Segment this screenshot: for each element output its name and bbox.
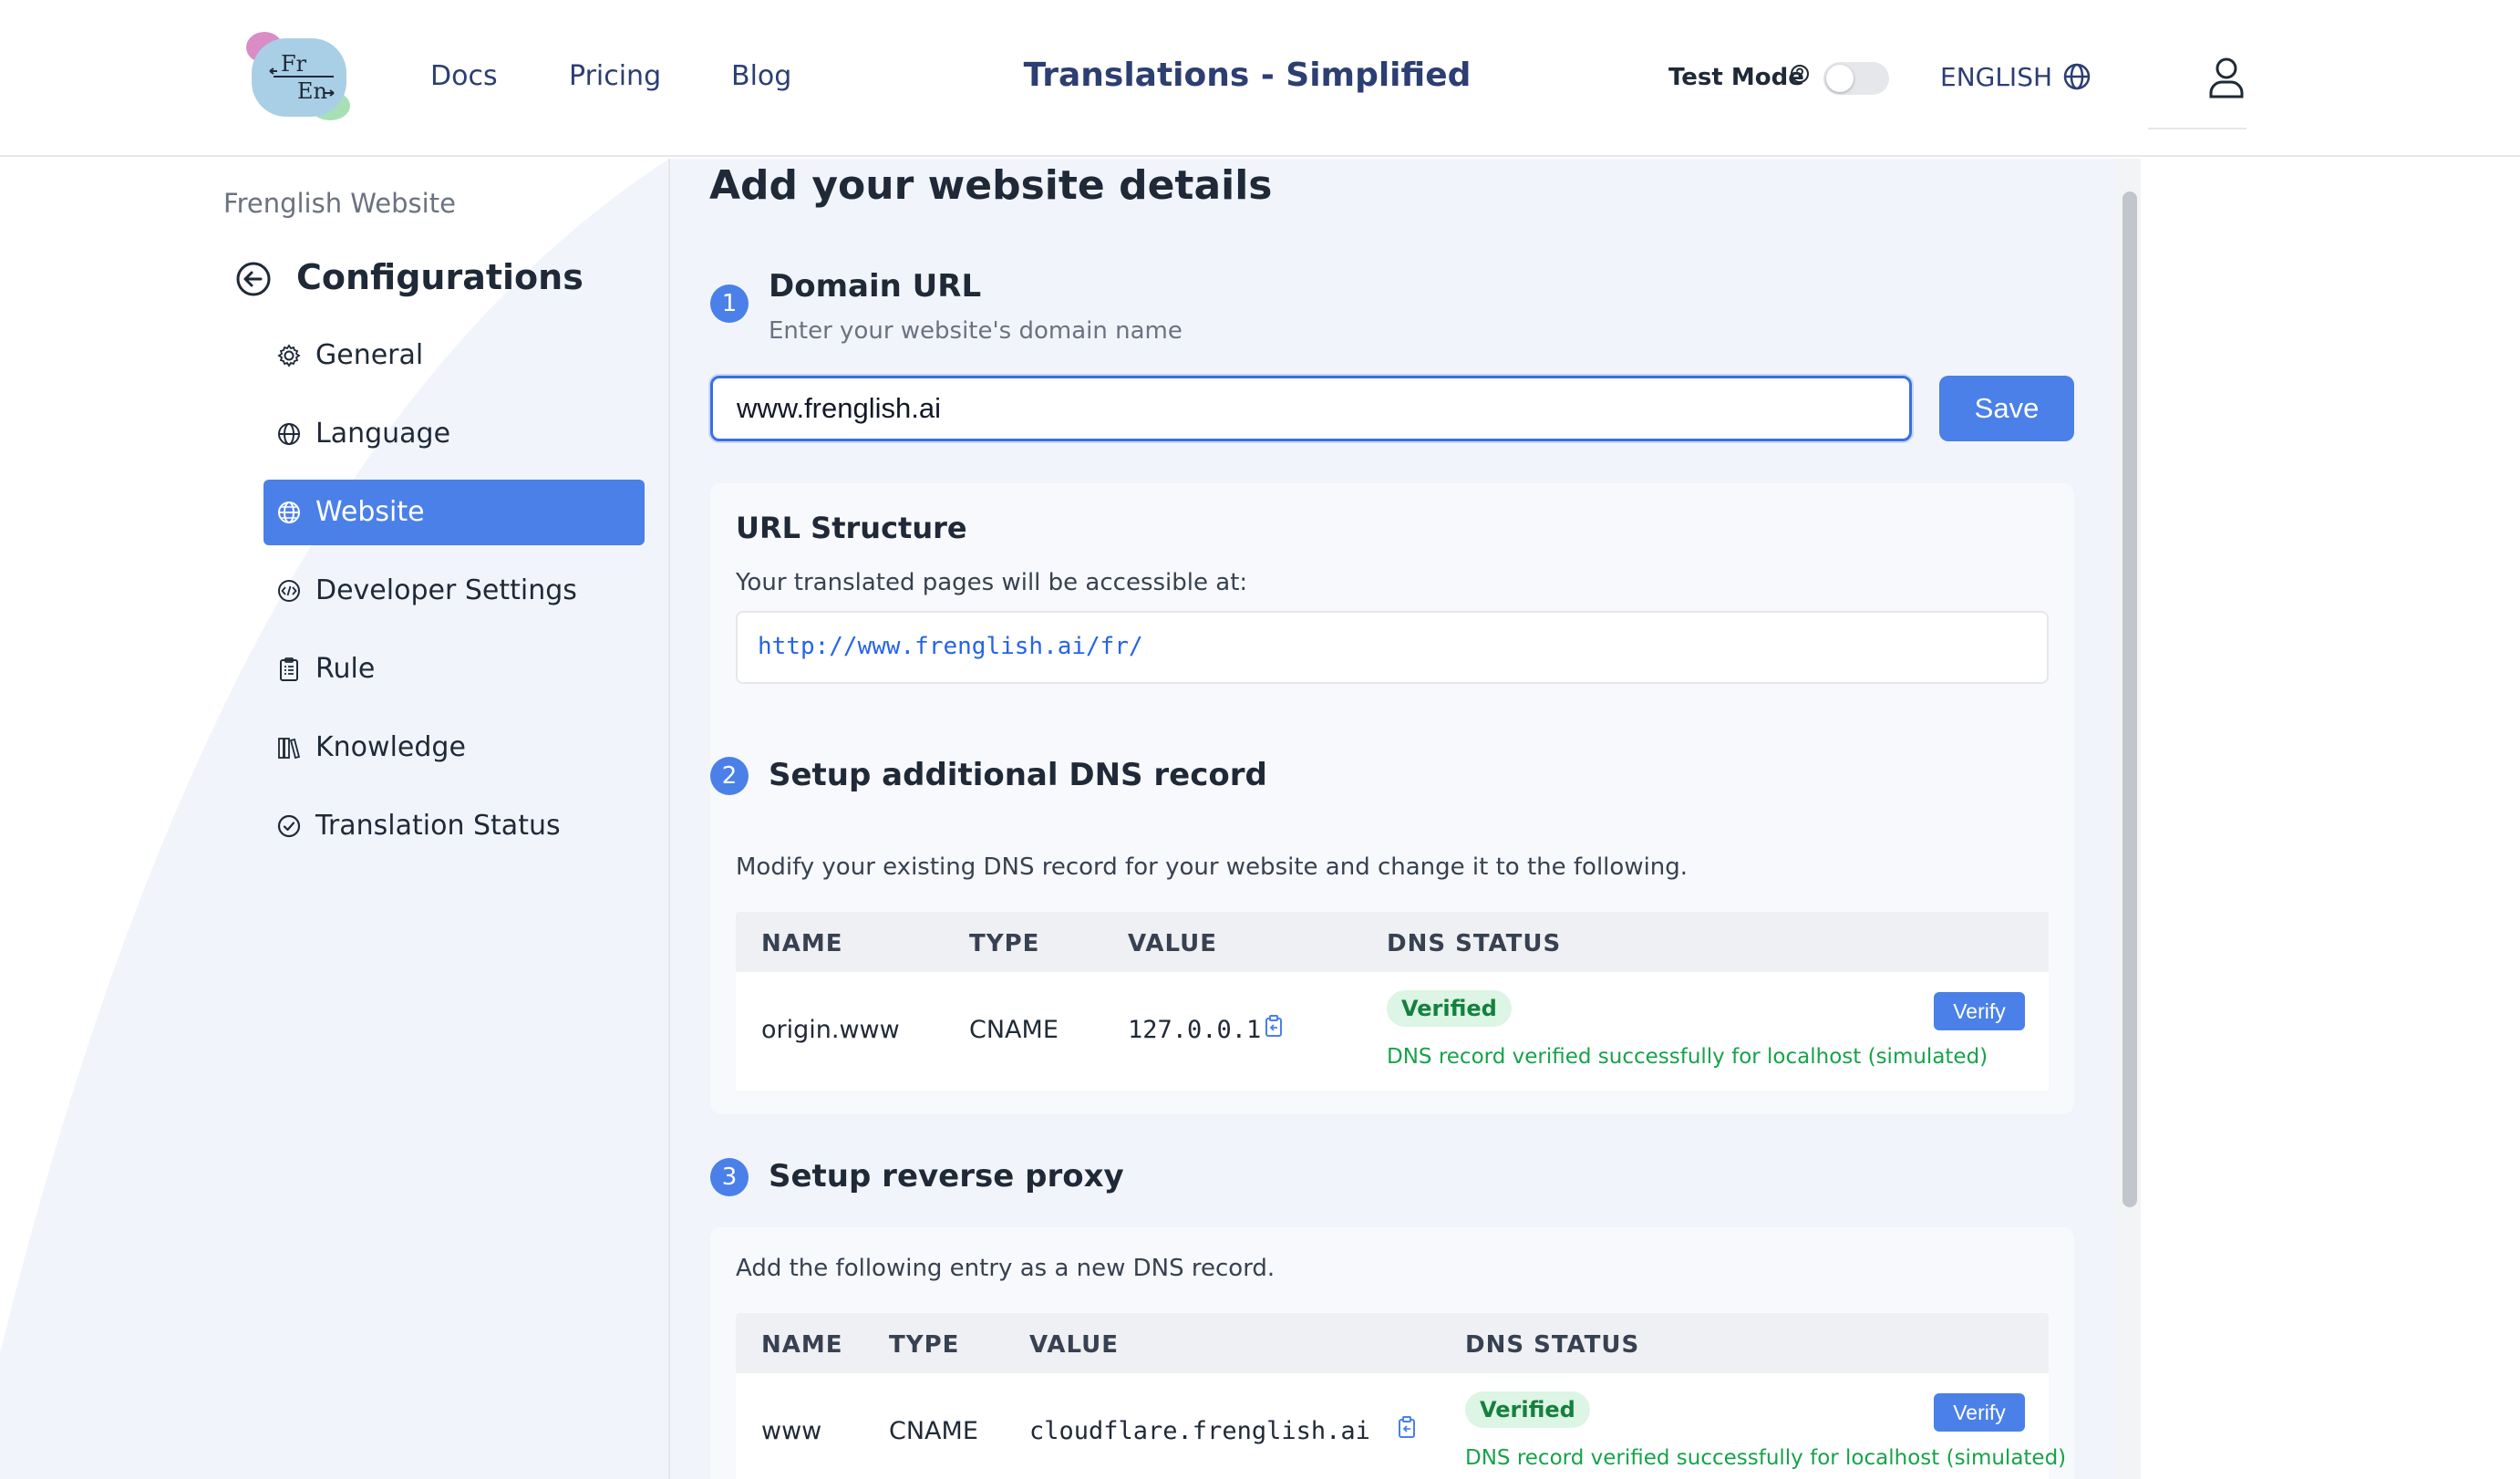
dns-table-header: NAME TYPE VALUE DNS STATUS (736, 912, 2049, 972)
column-type: TYPE (889, 1331, 960, 1359)
step-2-badge: 2 (710, 757, 749, 795)
sidebar-item-label: Knowledge (315, 731, 466, 763)
column-dns-status: DNS STATUS (1387, 930, 1562, 957)
record-name: origin.www (761, 1016, 900, 1044)
scrollbar-thumb[interactable] (2122, 191, 2137, 1207)
proxy-table-header: NAME TYPE VALUE DNS STATUS (736, 1313, 2049, 1373)
nav-pricing-link[interactable]: Pricing (569, 60, 661, 92)
frenglish-logo[interactable]: Fr En (246, 27, 356, 124)
dns-record-card: Modify your existing DNS record for your… (710, 826, 2074, 1114)
status-message: DNS record verified successfully for loc… (1387, 1045, 1988, 1069)
test-mode-label: Test Mode (1668, 64, 1804, 91)
record-value: cloudflare.frenglish.ai (1029, 1417, 1370, 1445)
status-badge: Verified (1465, 1391, 1590, 1428)
step-1-title: Domain URL (769, 268, 982, 305)
dns-record-description: Modify your existing DNS record for your… (736, 853, 1689, 881)
nav-blog-link[interactable]: Blog (731, 60, 791, 92)
help-circle-icon[interactable] (1790, 64, 1810, 84)
language-selector[interactable]: ENGLISH (1940, 62, 2052, 92)
arrow-left-circle-icon[interactable] (235, 261, 272, 297)
status-badge: Verified (1387, 990, 1512, 1027)
globe-icon[interactable] (2062, 62, 2091, 91)
page-title: Add your website details (709, 162, 1273, 209)
reverse-proxy-description: Add the following entry as a new DNS rec… (736, 1255, 1275, 1282)
column-value: VALUE (1128, 930, 1217, 957)
user-menu-divider (2148, 128, 2246, 129)
check-circle-icon (277, 814, 301, 838)
sidebar-item-label: Rule (315, 653, 376, 685)
gear-icon (277, 344, 301, 367)
sidebar-item-general[interactable]: General (263, 323, 645, 388)
nav-docs-link[interactable]: Docs (430, 60, 498, 92)
table-row: www CNAME cloudflare.frenglish.ai Verifi… (736, 1373, 2066, 1479)
step-3-badge: 3 (710, 1158, 749, 1196)
translated-url: http://www.frenglish.ai/fr/ (736, 611, 2049, 684)
logo-text-fr: Fr (281, 51, 307, 77)
clipboard-list-icon (280, 657, 298, 681)
step-3-title: Setup reverse proxy (769, 1158, 1124, 1195)
sidebar-item-label: Website (315, 496, 425, 528)
project-name: Frenglish Website (223, 188, 456, 219)
url-structure-card: URL Structure Your translated pages will… (710, 483, 2074, 870)
sidebar-item-language[interactable]: Language (263, 401, 645, 467)
table-row: origin.www CNAME 127.0.0.1 Verified DNS … (736, 972, 2049, 1091)
column-name: NAME (761, 1331, 843, 1359)
top-navbar: Fr En Docs Pricing Blog Translations - S… (0, 0, 2520, 157)
verify-button[interactable]: Verify (1934, 992, 2025, 1030)
sidebar-item-website[interactable]: Website (263, 480, 645, 545)
domain-url-input[interactable] (710, 376, 1912, 441)
verify-button[interactable]: Verify (1934, 1393, 2025, 1432)
record-type: CNAME (969, 1016, 1059, 1044)
sidebar-item-rule[interactable]: Rule (263, 636, 645, 702)
sidebar-item-knowledge[interactable]: Knowledge (263, 715, 645, 781)
record-name: www (761, 1417, 822, 1445)
sidebar-item-label: Language (315, 418, 451, 450)
books-icon (278, 738, 301, 760)
toggle-knob (1826, 65, 1854, 92)
globe-icon (278, 502, 300, 523)
step-1-description: Enter your website's domain name (769, 317, 1183, 345)
save-button[interactable]: Save (1939, 376, 2074, 441)
main-content: Add your website details 1 Domain URL En… (670, 159, 2115, 1479)
sidebar: Frenglish Website Configurations General… (0, 159, 669, 1479)
column-type: TYPE (969, 930, 1040, 957)
sidebar-item-translation-status[interactable]: Translation Status (263, 793, 645, 859)
user-account-icon[interactable] (2208, 57, 2245, 98)
sidebar-item-label: Developer Settings (315, 574, 577, 606)
step-1-badge: 1 (710, 284, 749, 323)
column-dns-status: DNS STATUS (1465, 1331, 1640, 1359)
record-type: CNAME (889, 1417, 978, 1445)
column-value: VALUE (1029, 1331, 1119, 1359)
reverse-proxy-card: Add the following entry as a new DNS rec… (710, 1227, 2074, 1479)
logo-text-en: En (297, 78, 327, 104)
copy-icon[interactable] (1265, 1014, 1285, 1038)
column-name: NAME (761, 930, 843, 957)
test-mode-toggle[interactable] (1823, 62, 1889, 95)
record-value: 127.0.0.1 (1128, 1016, 1262, 1044)
sidebar-item-label: General (315, 339, 424, 371)
app-title: Translations - Simplified (1023, 57, 1472, 94)
step-2-title: Setup additional DNS record (769, 757, 1267, 793)
url-structure-title: URL Structure (736, 511, 967, 545)
code-icon (278, 580, 300, 602)
copy-icon[interactable] (1398, 1415, 1418, 1439)
sidebar-item-label: Translation Status (315, 810, 561, 842)
sidebar-item-developer-settings[interactable]: Developer Settings (263, 558, 645, 624)
sidebar-title: Configurations (296, 257, 584, 297)
status-message: DNS record verified successfully for loc… (1465, 1446, 2067, 1470)
globe-icon (278, 423, 300, 445)
url-structure-description: Your translated pages will be accessible… (736, 569, 1248, 596)
